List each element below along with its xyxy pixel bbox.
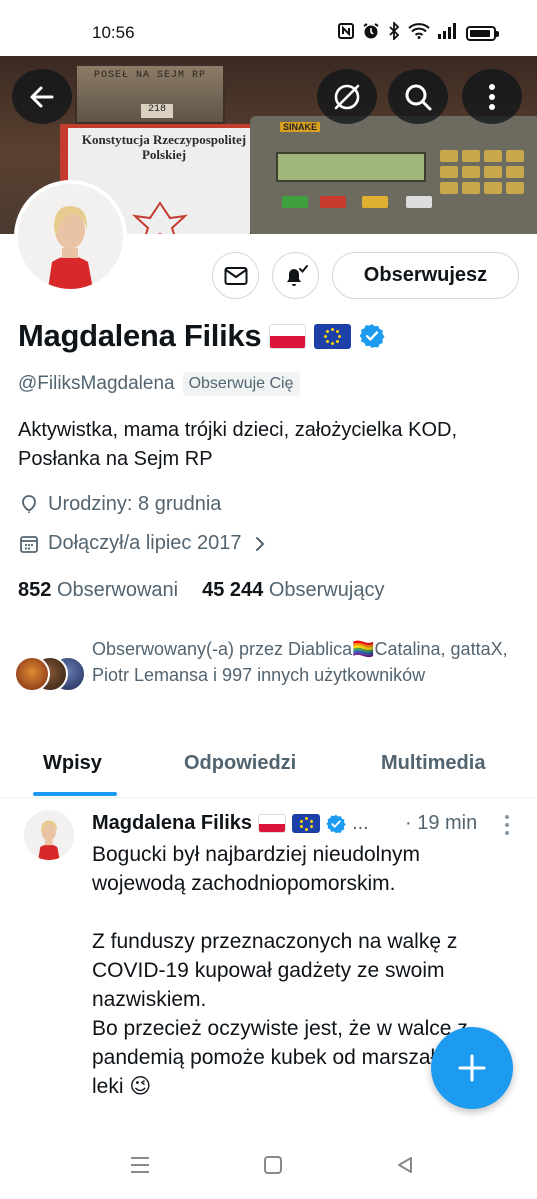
compose-post-button[interactable] <box>431 1027 513 1109</box>
verified-badge-icon[interactable] <box>359 323 385 349</box>
chevron-right-icon <box>256 536 265 551</box>
post-time[interactable]: · 19 min <box>405 812 477 835</box>
envelope-icon <box>224 266 247 285</box>
profile-name-row: Magdalena Filiks <box>18 318 385 354</box>
following-label: Obserwowani <box>56 579 179 601</box>
voting-device: SINAKE <box>250 116 537 234</box>
followed-by-avatars <box>14 656 86 694</box>
joined-row[interactable]: Dołączył/a lipiec 2017 <box>18 532 267 555</box>
eagle-icon <box>131 201 189 234</box>
birthday-row: Urodziny: 8 grudnia <box>18 493 221 516</box>
tab-media[interactable]: Multimedia <box>381 752 485 775</box>
search-button[interactable] <box>388 69 448 124</box>
system-navigation-bar <box>0 1132 537 1199</box>
post-avatar-photo <box>24 810 74 860</box>
more-options-button[interactable] <box>462 69 522 124</box>
plate-text: POSEŁ NA SEJM RP <box>93 70 206 81</box>
back-nav-icon[interactable] <box>396 1156 414 1174</box>
bell-check-icon <box>286 264 308 286</box>
post-header: Magdalena Filiks ... <box>92 812 369 835</box>
menu-icon[interactable] <box>130 1156 150 1174</box>
more-vertical-icon[interactable] <box>503 814 511 836</box>
back-button[interactable] <box>12 69 72 124</box>
balloon-icon <box>22 494 36 513</box>
joined-text: Dołączył/a lipiec 2017 <box>48 532 242 554</box>
active-tab-indicator <box>33 792 117 796</box>
post-avatar[interactable] <box>24 810 74 860</box>
nfc-icon <box>338 23 354 44</box>
followers-label: Obserwujący <box>268 579 385 601</box>
bluetooth-icon <box>388 20 400 45</box>
status-icons <box>338 20 499 45</box>
device-green-button <box>282 196 308 208</box>
search-icon <box>405 84 432 110</box>
calendar-icon <box>20 535 38 553</box>
profile-avatar[interactable] <box>14 180 127 293</box>
following-count: 852 <box>18 579 52 601</box>
signal-icon <box>438 23 458 44</box>
profile-bio: Aktywistka, mama trójki dzieci, założyci… <box>18 419 458 470</box>
grok-button[interactable] <box>317 69 377 124</box>
tab-posts[interactable]: Wpisy <box>43 752 102 775</box>
notifications-button[interactable] <box>272 252 319 299</box>
slash-circle-icon <box>334 84 360 109</box>
profile-handle: @FiliksMagdalena <box>18 373 175 394</box>
device-white-button <box>406 196 432 208</box>
device-brand: SINAKE <box>280 122 321 132</box>
device-red-button <box>320 196 346 208</box>
verified-badge-icon <box>326 814 346 833</box>
poland-flag-icon <box>258 814 287 833</box>
arrow-left-icon <box>30 86 54 107</box>
battery-icon <box>466 26 499 41</box>
banner-plate: POSEŁ NA SEJM RP 218 <box>75 64 225 124</box>
following-button[interactable]: Obserwujesz <box>332 252 519 299</box>
device-yellow-button <box>362 196 388 208</box>
plate-number: 218 <box>141 104 173 118</box>
follower-avatar <box>14 656 50 692</box>
following-link[interactable]: 852 Obserwowani <box>18 579 178 602</box>
avatar-photo <box>18 184 123 289</box>
poland-flag-icon <box>269 323 307 349</box>
profile-tabs: Wpisy Odpowiedzi Multimedia <box>0 738 537 796</box>
followers-link[interactable]: 45 244 Obserwujący <box>202 579 384 602</box>
eu-flag-icon <box>292 814 321 833</box>
more-vertical-icon <box>489 83 495 110</box>
eu-flag-icon <box>314 323 352 349</box>
device-screen <box>276 152 426 182</box>
wifi-icon <box>408 23 430 44</box>
status-bar: 10:56 <box>0 0 537 56</box>
book-title: Konstytucja Rzeczypospolitej Polskiej <box>81 132 247 162</box>
followers-count: 45 244 <box>202 579 264 601</box>
followed-by-text: Obserwowany(-a) przez Diablica🏳️‍🌈Catali… <box>92 639 508 685</box>
device-keypad <box>440 150 524 194</box>
alarm-icon <box>362 22 380 45</box>
tab-replies[interactable]: Odpowiedzi <box>184 752 296 775</box>
home-icon[interactable] <box>263 1156 283 1174</box>
profile-handle-row: @FiliksMagdalena Obserwuje Cię <box>18 372 300 396</box>
post-author[interactable]: Magdalena Filiks <box>92 812 252 835</box>
follow-stats: 852 Obserwowani 45 244 Obserwujący <box>18 579 384 602</box>
profile-name: Magdalena Filiks <box>18 318 262 353</box>
plus-icon <box>458 1054 486 1082</box>
message-button[interactable] <box>212 252 259 299</box>
status-time: 10:56 <box>92 23 135 42</box>
post-ellipsis: ... <box>352 812 369 834</box>
follows-you-badge: Obserwuje Cię <box>182 372 300 396</box>
birthday-text: Urodziny: 8 grudnia <box>48 493 222 515</box>
